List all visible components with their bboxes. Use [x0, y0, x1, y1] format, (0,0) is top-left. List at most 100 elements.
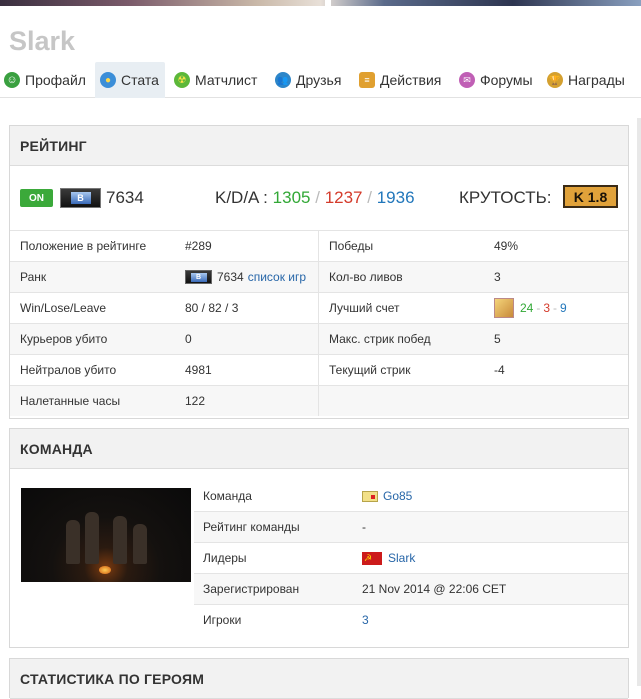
tab-friends[interactable]: 👥 Друзья: [275, 62, 350, 98]
leader-link[interactable]: Slark: [388, 551, 415, 565]
hero-stats-panel: СТАТИСТИКА ПО ГЕРОЯМ: [9, 658, 629, 699]
rank-value: 7634: [217, 270, 244, 284]
row-value: 0: [185, 332, 192, 346]
best-assists: 9: [560, 301, 567, 315]
row-label: Лидеры: [203, 551, 247, 565]
row-value: -: [362, 520, 366, 534]
tab-label: Матчлист: [195, 72, 258, 88]
team-row: Лидеры ☭ Slark: [194, 542, 628, 573]
row-label: Рейтинг команды: [203, 520, 300, 534]
tab-label: Форумы: [480, 72, 533, 88]
row-value: 3: [494, 270, 501, 284]
radiation-icon: ☢: [174, 72, 190, 88]
tab-forums[interactable]: ✉ Форумы: [459, 62, 539, 98]
row-label: Кол-во ливов: [329, 270, 403, 284]
trophy-icon: 🏆: [547, 72, 563, 88]
scrollbar[interactable]: [637, 118, 641, 686]
team-panel: КОМАНДА Команда Go85 Рейтинг команды - Л…: [9, 428, 629, 648]
rank-badge: B: [60, 188, 101, 208]
table-row: Курьеров убито 0 Макс. стрик побед 5: [10, 323, 628, 354]
deaths-value: 1237: [324, 188, 363, 207]
kda-separator: /: [367, 188, 372, 207]
tab-stats[interactable]: ● Стата: [95, 62, 165, 98]
team-row: Рейтинг команды -: [194, 511, 628, 542]
notepad-icon: ≡: [359, 72, 375, 88]
table-row: Win/Lose/Leave 80 / 82 / 3 Лучший счет 2…: [10, 292, 628, 323]
row-label: Нейтралов убито: [20, 363, 117, 377]
best-kills: 24: [520, 301, 534, 315]
row-value: -4: [494, 363, 505, 377]
forum-icon: ✉: [459, 72, 475, 88]
hero-stats-heading: СТАТИСТИКА ПО ГЕРОЯМ: [10, 659, 628, 699]
online-status-badge: ON: [20, 189, 53, 207]
best-score-cell: 24 - 3 - 9: [494, 293, 567, 323]
row-value: 49%: [494, 239, 519, 253]
team-row: Команда Go85: [194, 481, 628, 512]
team-image[interactable]: [21, 488, 191, 582]
team-flag-icon: [362, 490, 378, 502]
row-label: Текущий стрик: [329, 363, 411, 377]
tab-awards[interactable]: 🏆 Награды: [547, 62, 631, 98]
table-row: Нейтралов убито 4981 Текущий стрик -4: [10, 354, 628, 385]
tab-profile[interactable]: ☺ Профайл: [4, 62, 92, 98]
rating-panel: РЕЙТИНГ ON B 7634 K/D/A : 1305 / 1237 / …: [9, 125, 629, 419]
team-row: Игроки 3: [194, 604, 628, 635]
kda-summary: K/D/A : 1305 / 1237 / 1936: [215, 188, 415, 208]
table-row: Положение в рейтинге #289 Победы 49%: [10, 230, 628, 261]
table-row: Налетанные часы 122: [10, 385, 628, 416]
page-title: Slark: [9, 26, 76, 56]
row-label: Лучший счет: [329, 301, 400, 315]
team-row: Зарегистрирован 21 Nov 2014 @ 22:06 CET: [194, 573, 628, 604]
match-list-link[interactable]: список игр: [248, 270, 306, 284]
rating-summary: ON B 7634 K/D/A : 1305 / 1237 / 1936 КРУ…: [10, 167, 628, 230]
tab-label: Друзья: [296, 72, 342, 88]
kills-value: 1305: [272, 188, 311, 207]
row-label: Команда: [203, 489, 252, 503]
rank-badge-small: B: [185, 270, 212, 284]
row-label: Зарегистрирован: [203, 582, 300, 596]
table-row: Ранк B 7634 список игр Кол-во ливов 3: [10, 261, 628, 292]
leader-cell: ☭ Slark: [362, 543, 415, 573]
coolness-badge: K 1.8: [563, 185, 618, 208]
tab-label: Профайл: [25, 72, 86, 88]
row-label: Победы: [329, 239, 374, 253]
row-value: 122: [185, 394, 206, 408]
ussr-flag-icon: ☭: [362, 551, 382, 565]
assists-value: 1936: [376, 188, 415, 207]
tab-label: Действия: [380, 72, 442, 88]
rank-cell: B 7634 список игр: [185, 262, 306, 292]
row-label: Ранк: [20, 270, 47, 284]
tab-label: Награды: [568, 72, 625, 88]
tab-matchlist[interactable]: ☢ Матчлист: [174, 62, 266, 98]
hero-avatar[interactable]: [494, 298, 514, 318]
tab-actions[interactable]: ≡ Действия: [359, 62, 451, 98]
row-label: Игроки: [203, 613, 242, 627]
stats-icon: ●: [100, 72, 116, 88]
tab-label: Стата: [121, 72, 159, 88]
row-label: Макс. стрик побед: [329, 332, 431, 346]
row-label: Курьеров убито: [20, 332, 108, 346]
coolness-label: КРУТОСТЬ:: [459, 188, 552, 207]
kda-label: K/D/A :: [215, 188, 268, 207]
team-name-link[interactable]: Go85: [383, 489, 412, 503]
row-value: 5: [494, 332, 501, 346]
team-heading: КОМАНДА: [10, 429, 628, 469]
team-name-cell: Go85: [362, 481, 412, 511]
row-value: 21 Nov 2014 @ 22:06 CET: [362, 582, 507, 596]
rating-heading: РЕЙТИНГ: [10, 126, 628, 166]
row-value: 80 / 82 / 3: [185, 301, 239, 315]
players-count-link[interactable]: 3: [362, 605, 369, 635]
row-value: 4981: [185, 363, 212, 377]
row-value: #289: [185, 239, 212, 253]
row-label: Налетанные часы: [20, 394, 121, 408]
profile-tabs: ☺ Профайл ● Стата ☢ Матчлист 👥 Друзья ≡ …: [0, 62, 641, 98]
rank-letter: B: [70, 192, 91, 204]
row-label: Win/Lose/Leave: [20, 301, 107, 315]
best-deaths: 3: [543, 301, 551, 315]
friends-icon: 👥: [275, 72, 291, 88]
kda-separator: /: [315, 188, 320, 207]
row-label: Положение в рейтинге: [20, 239, 147, 253]
rating-value: 7634: [106, 188, 144, 207]
top-banner: [0, 0, 641, 6]
smile-icon: ☺: [4, 72, 20, 88]
